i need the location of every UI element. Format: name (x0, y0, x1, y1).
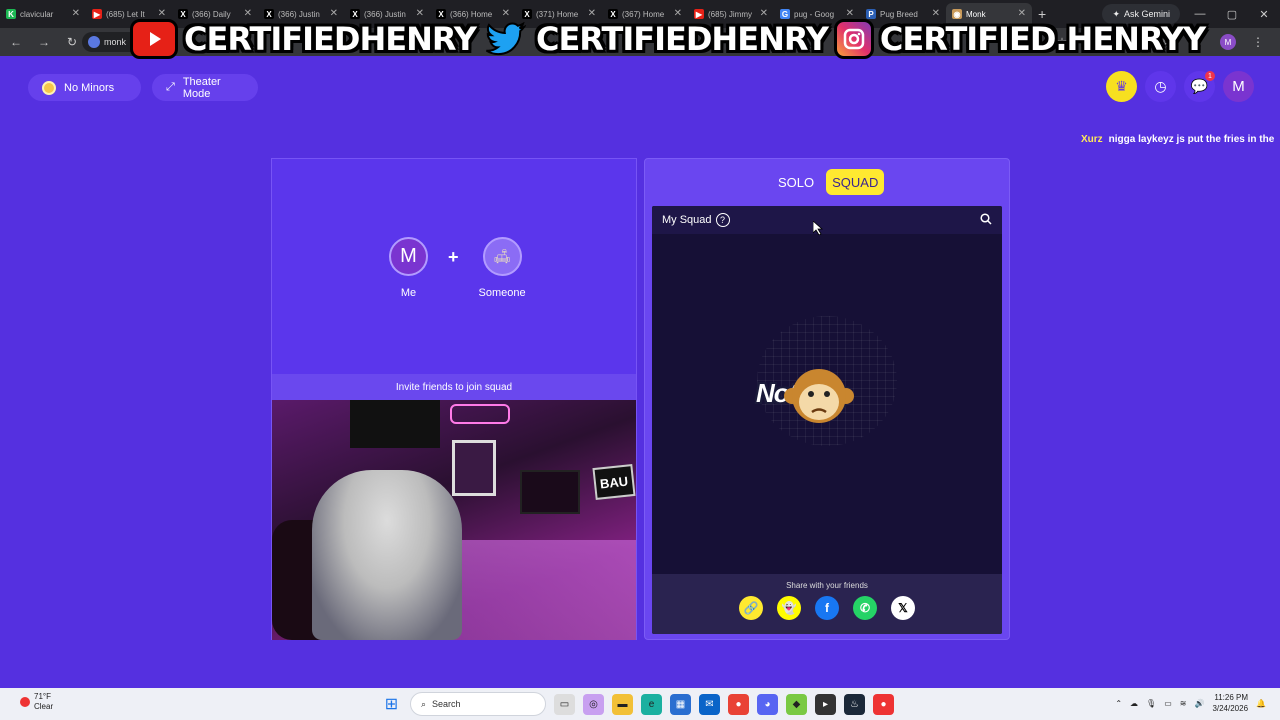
edge-icon[interactable]: e (641, 693, 662, 715)
discord-icon[interactable]: ◕ (757, 693, 778, 715)
snapchat-icon[interactable]: 👻 (777, 596, 801, 620)
history-icon[interactable]: ◷ (1145, 71, 1176, 102)
system-clock[interactable]: 11:26 PM 3/24/2026 (1212, 692, 1248, 714)
theater-mode-button[interactable]: ⤢ Theater Mode (152, 74, 258, 101)
youtube-handle: CERTIFIEDHENRY (184, 20, 477, 58)
me-avatar: M (389, 237, 428, 276)
search-icon: ⌕ (421, 698, 427, 709)
display-icon[interactable]: ▭ (1164, 699, 1172, 708)
share-bar: Share with your friends 🔗 👻 f ✆ 𝕏 (652, 574, 1002, 634)
expand-icon: ⤢ (166, 81, 175, 93)
squad-tab[interactable]: SQUAD (826, 169, 885, 195)
my-squad-title: My Squad (662, 214, 712, 226)
windows-start-icon[interactable]: ⊞ (381, 694, 402, 715)
copy-link-icon[interactable]: 🔗 (739, 596, 763, 620)
whatsapp-icon[interactable]: ✆ (853, 596, 877, 620)
browser-tab[interactable]: Kclavicular ✕ (0, 3, 86, 25)
chat-marquee: Xurz nigga laykeyz js put the fries in th… (1081, 134, 1280, 145)
notification-badge: 1 (1205, 71, 1215, 81)
me-label: Me (400, 287, 417, 299)
mouse-cursor-icon (813, 221, 823, 235)
taskbar-search[interactable]: ⌕ Search (410, 692, 546, 716)
onedrive-icon[interactable]: ☁ (1130, 699, 1138, 708)
store-icon[interactable]: ▦ (670, 693, 691, 715)
tab-close-icon[interactable]: ✕ (72, 8, 80, 19)
invite-friends-bar[interactable]: Invite friends to join squad (272, 374, 636, 400)
streamer-social-overlay: CERTIFIEDHENRY CERTIFIEDHENRY CERTIFIED.… (130, 16, 1206, 62)
steam-icon[interactable]: ♨ (844, 693, 865, 715)
notification-bell-icon[interactable]: 🔔 (1256, 699, 1266, 708)
wifi-icon[interactable]: ≋ (1180, 699, 1187, 708)
tab-favicon-icon: ▶ (92, 9, 102, 19)
maximize-button[interactable]: ▢ (1216, 0, 1248, 28)
help-icon[interactable]: ? (715, 213, 730, 227)
volume-icon[interactable]: 🔊 (1194, 699, 1204, 708)
task-view-icon[interactable]: ▭ (554, 693, 575, 715)
squad-panel: SOLO SQUAD My Squad ? Nothing Share with… (644, 158, 1010, 640)
tab-label: clavicular (20, 9, 54, 19)
facebook-icon[interactable]: f (815, 596, 839, 620)
youtube-icon (130, 19, 178, 59)
twitter-bird-icon (482, 19, 530, 59)
tab-favicon-icon: K (6, 9, 16, 19)
someone-label: Someone (478, 287, 526, 299)
tray-chevron-icon[interactable]: ⌃ (1115, 699, 1122, 708)
menu-dots-icon[interactable]: ⋮ (1246, 30, 1270, 54)
solo-tab[interactable]: SOLO (772, 169, 820, 195)
site-info-icon[interactable] (88, 36, 100, 48)
obs-icon[interactable]: ◆ (786, 693, 807, 715)
mode-toggle: SOLO SQUAD (772, 169, 885, 195)
outlook-icon[interactable]: ✉ (699, 693, 720, 715)
browser-profile-avatar[interactable]: M (1220, 34, 1236, 50)
wall-sign: BAU (592, 463, 636, 501)
instagram-handle: CERTIFIED.HENRYY (879, 20, 1206, 58)
forward-icon[interactable]: → (32, 30, 56, 54)
twitter-handle: CERTIFIEDHENRY (535, 20, 829, 58)
weather-icon (20, 697, 30, 707)
chrome-icon[interactable]: ● (728, 693, 749, 715)
search-icon[interactable] (980, 212, 992, 228)
mic-icon[interactable]: 🎙 (1146, 699, 1156, 708)
weather-widget[interactable]: 71°F Clear (20, 692, 53, 712)
file-explorer-icon[interactable]: ▬ (612, 693, 633, 715)
windows-taskbar: 71°F Clear ⊞ ⌕ Search ▭ ◎ ▬ e ▦ ✉ ● ◕ ◆ … (0, 688, 1280, 720)
close-window-button[interactable]: ✕ (1248, 0, 1280, 28)
x-twitter-icon[interactable]: 𝕏 (891, 596, 915, 620)
reload-icon[interactable]: ↻ (60, 30, 84, 54)
sofa-icon[interactable]: 🛋 (482, 237, 522, 276)
profile-avatar[interactable]: M (1223, 71, 1254, 102)
copilot-icon[interactable]: ◎ (583, 693, 604, 715)
no-minors-icon (42, 80, 56, 95)
marquee-message: nigga laykeyz js put the fries in the (1108, 134, 1275, 145)
share-label: Share with your friends (786, 581, 868, 590)
no-minors-toggle[interactable]: No Minors (28, 74, 141, 101)
messages-icon[interactable]: 💬 1 (1184, 71, 1215, 102)
crown-icon[interactable]: ♛ (1106, 71, 1137, 102)
back-icon[interactable]: ← (4, 30, 28, 54)
instagram-icon (833, 19, 874, 59)
recording-app-icon[interactable]: ● (873, 693, 894, 715)
marquee-user: Xurz (1081, 134, 1103, 145)
webcam-video: BAU (272, 400, 636, 640)
plus-icon: + (448, 247, 459, 267)
monkey-icon (784, 369, 854, 423)
my-squad-box: My Squad ? Nothing Share with your frien… (652, 206, 1002, 634)
terminal-icon[interactable]: ▸ (815, 693, 836, 715)
match-panel: M Me + 🛋 Someone Invite friends to join … (271, 158, 637, 640)
